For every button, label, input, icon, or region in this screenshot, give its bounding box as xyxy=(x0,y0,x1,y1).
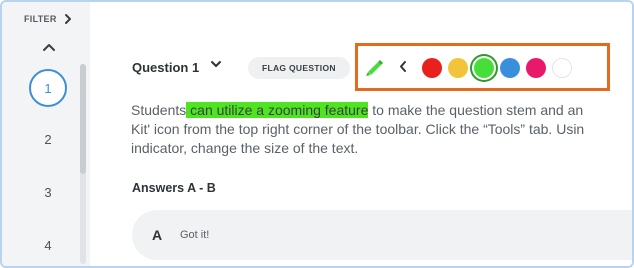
answers-heading: Answers A - B xyxy=(132,181,216,195)
sidebar-scrollbar-thumb[interactable] xyxy=(80,64,86,174)
flag-question-button[interactable]: FLAG QUESTION xyxy=(248,57,350,79)
stem-line: Students can utilize a zooming feature t… xyxy=(131,101,632,120)
question-nav-item[interactable]: 3 xyxy=(29,185,67,200)
chevron-left-icon[interactable] xyxy=(398,60,407,73)
highlighter-pen-icon[interactable] xyxy=(364,57,386,77)
app-frame: FILTER 1 2 3 4 Question 1 FLAG QUESTION xyxy=(0,0,634,268)
color-swatch-green[interactable] xyxy=(474,58,494,78)
question-panel: Question 1 FLAG QUESTION Students can ut… xyxy=(90,2,632,266)
stem-text: to make the question stem and an xyxy=(368,102,584,118)
question-stem: Students can utilize a zooming feature t… xyxy=(131,101,632,158)
stem-line: Kit' icon from the top right corner of t… xyxy=(131,121,585,137)
scroll-up-chevron-icon[interactable] xyxy=(42,42,56,52)
highlighter-toolbar xyxy=(355,43,610,91)
chevron-down-icon[interactable] xyxy=(210,60,222,69)
color-swatch-yellow[interactable] xyxy=(448,58,468,78)
question-nav-number: 1 xyxy=(44,80,52,96)
question-nav-item[interactable]: 2 xyxy=(29,132,67,147)
filter-label: FILTER xyxy=(24,14,57,24)
color-swatch-white[interactable] xyxy=(552,58,572,78)
color-swatch-blue[interactable] xyxy=(500,58,520,78)
question-nav-item[interactable]: 4 xyxy=(29,238,67,253)
answer-option-a[interactable]: A Got it! xyxy=(132,210,632,260)
filter-button[interactable]: FILTER xyxy=(24,13,73,25)
question-sidebar: FILTER 1 2 3 4 xyxy=(2,2,90,266)
answer-text: Got it! xyxy=(180,229,210,241)
stem-text: Students xyxy=(131,102,187,118)
question-nav-item-current[interactable]: 1 xyxy=(29,69,67,107)
highlight-color-swatches xyxy=(422,57,572,79)
color-swatch-pink[interactable] xyxy=(526,58,546,78)
highlighted-text[interactable]: can utilize a zooming feature xyxy=(186,102,369,118)
chevron-right-icon xyxy=(64,14,71,24)
stem-line: indicator, change the size of the text. xyxy=(131,140,359,156)
color-swatch-red[interactable] xyxy=(422,58,442,78)
answer-letter: A xyxy=(152,227,163,243)
question-title[interactable]: Question 1 xyxy=(132,60,199,75)
